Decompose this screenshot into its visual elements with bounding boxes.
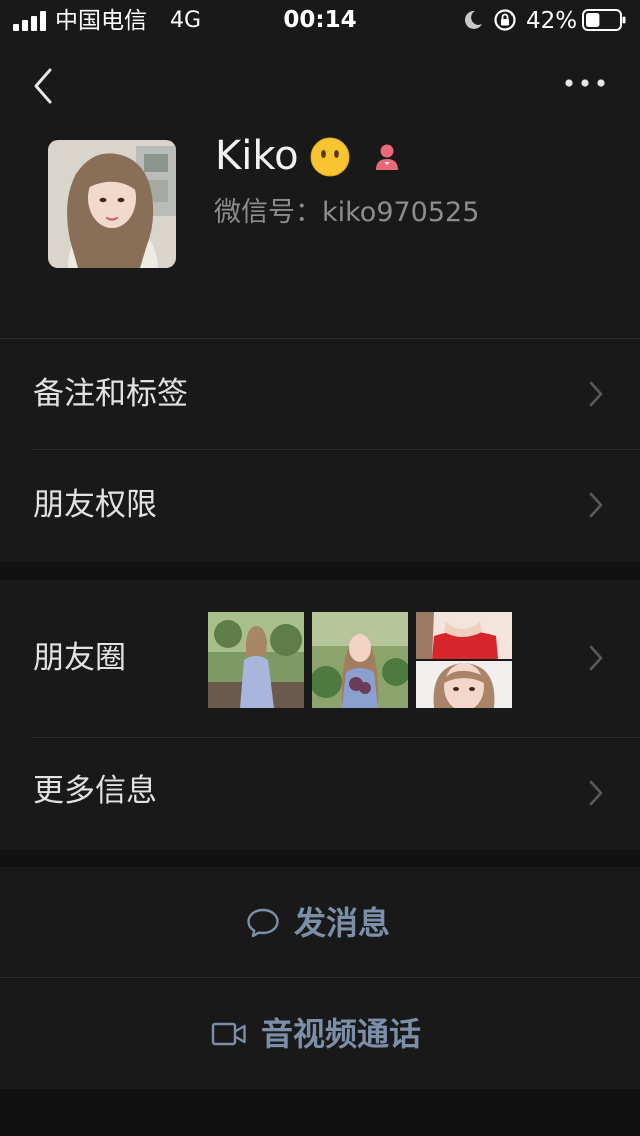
moments-photo <box>416 661 512 708</box>
chat-bubble-icon <box>247 908 279 937</box>
avatar[interactable] <box>48 140 176 268</box>
audio-video-call-button[interactable]: 音视频通话 <box>0 978 640 1089</box>
wechat-id: 微信号：kiko970525 <box>214 196 479 230</box>
video-camera-icon <box>211 1022 246 1045</box>
send-message-button[interactable]: 发消息 <box>0 867 640 978</box>
remarks-tags-label: 备注和标签 <box>33 376 188 412</box>
send-message-label: 发消息 <box>294 903 391 942</box>
ellipsis-icon[interactable] <box>560 70 610 96</box>
status-bar: 中国电信 4G 00:14 42% <box>0 0 640 40</box>
profile-name: Kiko <box>215 133 299 179</box>
av-call-label: 音视频通话 <box>261 1014 422 1053</box>
female-icon <box>376 144 398 170</box>
no-mouth-face-emoji-icon <box>310 137 350 177</box>
chevron-right-icon <box>589 645 603 671</box>
wechat-id-label: 微信号： <box>214 197 322 228</box>
chevron-right-icon <box>589 381 603 407</box>
friend-permissions-label: 朋友权限 <box>33 487 157 523</box>
chevron-right-icon <box>589 780 603 806</box>
info-section: 朋友圈 更多信息 <box>0 580 640 850</box>
wechat-id-value: kiko970525 <box>322 197 480 228</box>
battery-icon <box>582 9 626 31</box>
settings-section: 备注和标签 朋友权限 <box>0 338 640 562</box>
more-info-label: 更多信息 <box>33 773 157 809</box>
moments-row[interactable]: 朋友圈 <box>0 580 640 737</box>
moments-photo <box>208 612 304 708</box>
moments-label: 朋友圈 <box>33 640 126 676</box>
remarks-tags-row[interactable]: 备注和标签 <box>0 338 640 449</box>
profile-header: Kiko 微信号：kiko970525 <box>0 40 640 338</box>
do-not-disturb-moon-icon <box>464 10 482 29</box>
friend-permissions-row[interactable]: 朋友权限 <box>0 449 640 561</box>
more-info-row[interactable]: 更多信息 <box>0 737 640 850</box>
moments-photo <box>416 612 512 659</box>
moments-photo <box>312 612 408 708</box>
battery-percentage: 42% <box>526 8 578 34</box>
chevron-left-icon[interactable] <box>30 66 56 106</box>
chevron-right-icon <box>589 492 603 518</box>
rotation-lock-icon <box>494 9 516 31</box>
moments-thumbnails <box>208 612 512 708</box>
